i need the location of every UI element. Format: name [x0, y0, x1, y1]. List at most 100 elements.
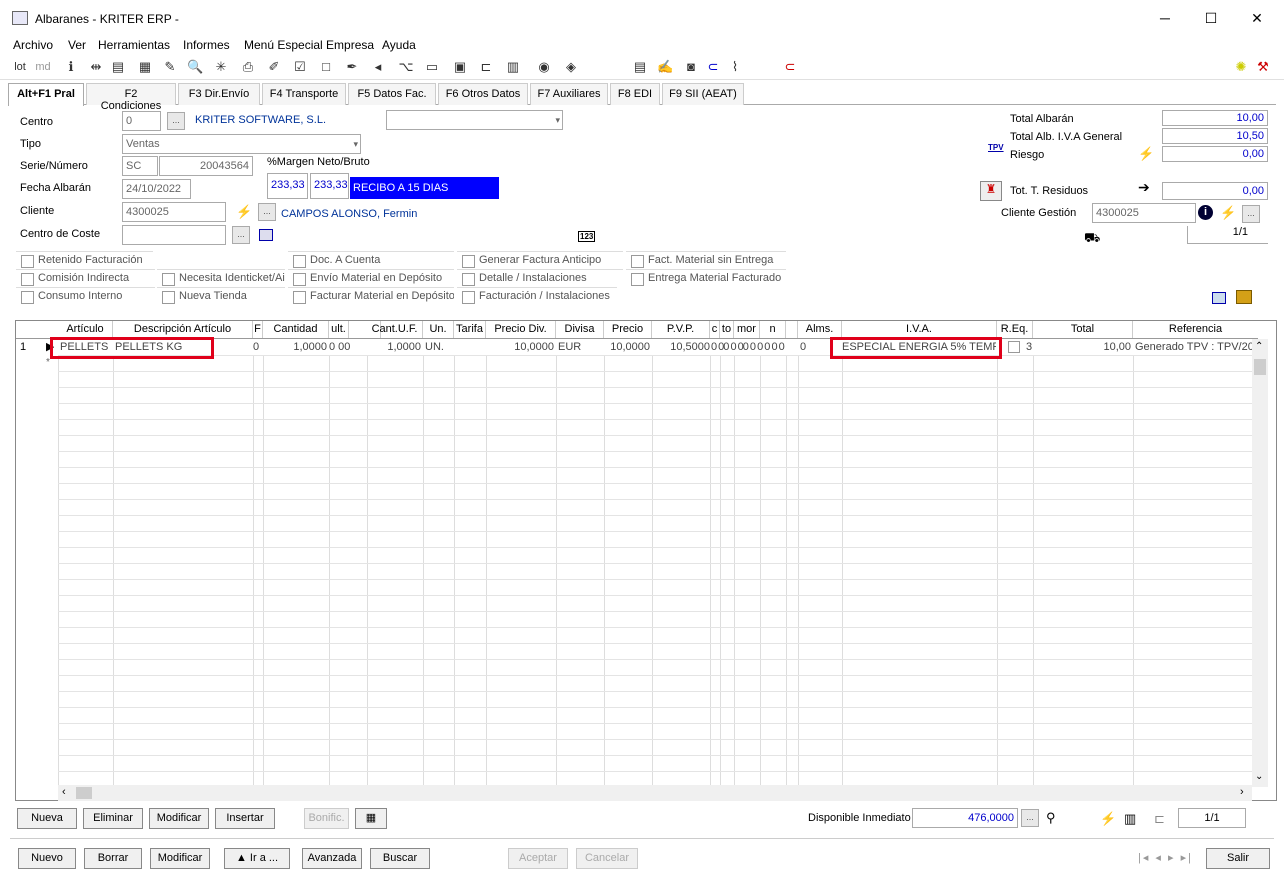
cell-divisa[interactable]: EUR [558, 340, 602, 355]
numero-input[interactable]: 20043564 [159, 156, 253, 176]
money-bag-icon[interactable]: ♜ [980, 181, 1002, 201]
check-retenido-facturacion[interactable]: Retenido Facturación [16, 251, 153, 269]
cliente-input[interactable]: 4300025 [122, 202, 226, 222]
star-icon[interactable]: ✳ [213, 59, 229, 75]
info-icon[interactable]: i [1198, 205, 1213, 220]
borrar-button[interactable]: Borrar [84, 848, 142, 869]
record-navigator[interactable]: |◂ ◂ ▸ ▸| [1138, 851, 1193, 864]
cell-cant-uf[interactable]: 1,0000 [367, 340, 421, 355]
insertar-line-button[interactable]: Insertar [215, 808, 275, 829]
grid-icon[interactable]: ▦ [137, 59, 153, 75]
cell-misc[interactable]: 0 00 0 00 0 0 0 0 0 [711, 340, 797, 355]
margen-bruto-input[interactable]: 233,33 [310, 173, 349, 199]
paperclip-icon[interactable]: ⊂ [705, 59, 721, 75]
red-clip-icon[interactable]: ⊂ [782, 59, 798, 75]
box-icon[interactable] [1236, 290, 1252, 304]
split-icon[interactable]: ⇹ [88, 59, 104, 75]
disponible-lookup-button[interactable]: ... [1021, 809, 1039, 827]
req-checkbox[interactable] [1008, 341, 1020, 353]
check-facturar-material-deposito[interactable]: Facturar Material en Depósito [288, 287, 454, 305]
h-scroll-thumb[interactable] [76, 787, 92, 799]
margen-neto-input[interactable]: 233,33 [267, 173, 308, 199]
cell-total[interactable]: 10,00 [1035, 340, 1131, 355]
scroll-left-icon[interactable]: ‹ [62, 786, 66, 798]
serie-input[interactable]: SC [122, 156, 158, 176]
menu-especial-empresa[interactable]: Menú Especial Empresa [244, 38, 374, 52]
avanzada-button[interactable]: Avanzada [302, 848, 362, 869]
cell-ult[interactable]: 0 00 [329, 340, 365, 355]
col-iva[interactable]: I.V.A. [842, 321, 997, 338]
tab-transporte[interactable]: F4 Transporte [262, 83, 346, 105]
fecha-input[interactable]: 24/10/2022 [122, 179, 191, 199]
camera-icon[interactable]: ◙ [683, 59, 699, 75]
menu-herramientas[interactable]: Herramientas [98, 38, 170, 52]
cliente-gestion-lookup-button[interactable]: ... [1242, 205, 1260, 223]
col-divisa[interactable]: Divisa [556, 321, 604, 338]
lightning-icon[interactable]: ⚡ [236, 204, 252, 220]
tool-icon[interactable]: ⚒ [1255, 59, 1271, 75]
cliente-gestion-input[interactable]: 4300025 [1092, 203, 1196, 223]
check-detalle-instalaciones[interactable]: Detalle / Instalaciones [457, 269, 623, 287]
excel-icon[interactable]: ▤ [632, 59, 648, 75]
close-button[interactable]: ✕ [1234, 6, 1280, 30]
tag-icon[interactable]: ◈ [563, 59, 579, 75]
cell-pvp[interactable]: 10,5000 [654, 340, 710, 355]
binoculars-icon[interactable]: ⚲ [1046, 810, 1056, 826]
sign-icon[interactable]: ✍ [657, 59, 673, 75]
arrow-right-icon[interactable]: ➔ [1138, 179, 1150, 196]
lightning-icon[interactable]: ⚡ [1220, 205, 1236, 221]
tab-dir-envio[interactable]: F3 Dir.Envío [178, 83, 260, 105]
col-to[interactable]: to [720, 321, 734, 338]
col-ult[interactable]: ult. [329, 321, 349, 338]
col-c[interactable]: c [710, 321, 720, 338]
col-descripcion[interactable]: Descripción Artículo [113, 321, 253, 338]
menu-archivo[interactable]: Archivo [13, 38, 53, 52]
tree-icon[interactable]: ⊏ [1154, 811, 1165, 827]
forma-pago-field[interactable]: RECIBO A 15 DIAS [350, 177, 499, 199]
scroll-up-icon[interactable]: ⌃ [1255, 341, 1263, 352]
ir-a-button[interactable]: ▲ Ir a ... [224, 848, 290, 869]
check-doc-a-cuenta[interactable]: Doc. A Cuenta [288, 251, 454, 269]
col-n[interactable]: n [760, 321, 786, 338]
col-un[interactable]: Un. [423, 321, 454, 338]
lines-grid[interactable]: Artículo Descripción Artículo F Cantidad… [15, 320, 1277, 801]
horizontal-scrollbar[interactable]: ‹ › [58, 785, 1252, 801]
eliminar-line-button[interactable]: Eliminar [83, 808, 143, 829]
col-alms[interactable]: Alms. [798, 321, 842, 338]
form-icon[interactable]: ☑ [292, 59, 308, 75]
preview-icon[interactable]: 🔍 [187, 59, 203, 75]
tab-otros-datos[interactable]: F6 Otros Datos [438, 83, 528, 105]
tab-pral[interactable]: Alt+F1 Pral [8, 83, 84, 106]
check-facturacion-instalaciones[interactable]: Facturación / Instalaciones [457, 287, 617, 305]
nuevo-button[interactable]: Nuevo [18, 848, 76, 869]
check-generar-factura-anticipo[interactable]: Generar Factura Anticipo [457, 251, 623, 269]
tab-datos-fac[interactable]: F5 Datos Fac. [348, 83, 436, 105]
cell-cantidad[interactable]: 1,0000 [265, 340, 327, 355]
cancelar-button[interactable]: Cancelar [576, 848, 638, 869]
buscar-button[interactable]: Buscar [370, 848, 430, 869]
columns-icon[interactable]: ▥ [1124, 811, 1136, 827]
centro-coste-lookup-button[interactable]: ... [232, 226, 250, 244]
window-icon[interactable]: □ [318, 59, 334, 75]
scroll-thumb[interactable] [1254, 359, 1266, 375]
check-entrega-material-facturado[interactable]: Entrega Material Facturado [626, 269, 786, 287]
tipo-select[interactable]: Ventas ▾ [122, 134, 361, 154]
cell-precio-div[interactable]: 10,0000 [488, 340, 554, 355]
brush-icon[interactable]: ✐ [266, 59, 282, 75]
cell-referencia[interactable]: Generado TPV : TPV/20 [1135, 340, 1253, 355]
check-consumo-interno[interactable]: Consumo Interno [16, 287, 155, 305]
centro-coste-input[interactable] [122, 225, 226, 245]
check-envio-material-deposito[interactable]: Envío Material en Depósito [288, 269, 454, 287]
aceptar-button[interactable]: Aceptar [508, 848, 568, 869]
hierarchy-icon[interactable]: ⊏ [478, 59, 494, 75]
nueva-line-button[interactable]: Nueva [17, 808, 77, 829]
col-articulo[interactable]: Artículo [58, 321, 113, 338]
info-icon[interactable]: ℹ [63, 59, 79, 75]
check-necesita-identicket[interactable]: Necesita Identicket/Ai [157, 269, 285, 287]
back-icon[interactable]: ◂ [370, 59, 386, 75]
col-precio-div[interactable]: Precio Div. [486, 321, 556, 338]
tab-edi[interactable]: F8 EDI [610, 83, 660, 105]
check-fact-material-sin-entrega[interactable]: Fact. Material sin Entrega [626, 251, 786, 269]
md-button[interactable]: md [35, 59, 51, 75]
col-f[interactable]: F [253, 321, 263, 338]
